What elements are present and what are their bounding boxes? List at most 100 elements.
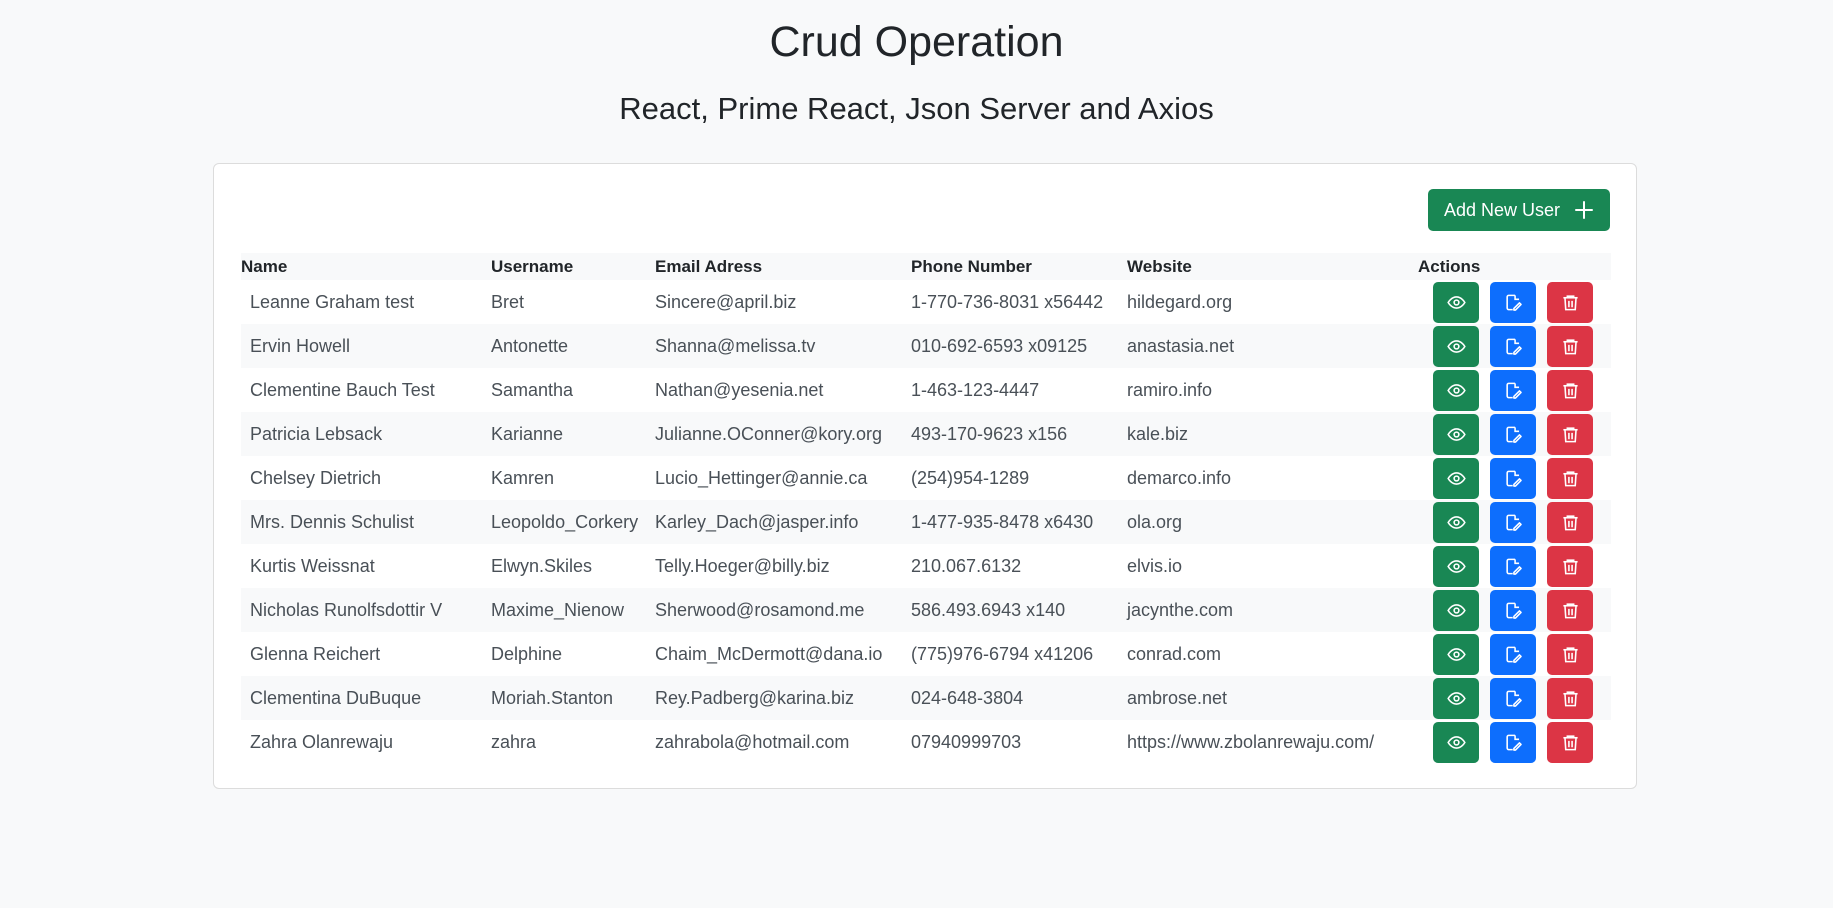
view-button[interactable] [1433,633,1479,675]
table-row: Clementina DuBuque Moriah.Stanton Rey.Padb… [241,676,1611,720]
column-header-actions: Actions [1418,253,1611,280]
cell-website: ola.org [1127,500,1418,544]
table-header-row: Name Username Email Adress Phone Number … [241,253,1611,280]
edit-icon [1504,513,1523,532]
cell-name: Kurtis Weissnat [250,555,375,576]
edit-button[interactable] [1490,325,1536,367]
add-new-user-button[interactable]: Add New User [1428,189,1610,231]
edit-button[interactable] [1490,413,1536,455]
users-table: Name Username Email Adress Phone Number … [241,253,1611,764]
view-button[interactable] [1433,325,1479,367]
view-button[interactable] [1433,677,1479,719]
row-actions [1427,721,1611,763]
delete-button[interactable] [1547,633,1593,675]
edit-icon [1504,469,1523,488]
edit-button[interactable] [1490,589,1536,631]
row-actions [1427,633,1611,675]
delete-button[interactable] [1547,677,1593,719]
edit-button[interactable] [1490,457,1536,499]
cell-phone: 010-692-6593 x09125 [911,324,1127,368]
delete-button[interactable] [1547,281,1593,323]
cell-actions [1418,324,1611,368]
cell-email: Rey.Padberg@karina.biz [655,676,911,720]
cell-name: Clementine Bauch Test [250,379,435,400]
edit-button[interactable] [1490,677,1536,719]
cell-email: Julianne.OConner@kory.org [655,412,911,456]
edit-button[interactable] [1490,721,1536,763]
cell-email: Chaim_McDermott@dana.io [655,643,883,664]
table-row: Clementine Bauch Test Samantha Nathan@yese… [241,368,1611,412]
cell-username: Delphine [491,643,563,664]
column-header-phone[interactable]: Phone Number [911,253,1127,280]
edit-button[interactable] [1490,545,1536,587]
cell-phone: (254)954-1289 [911,467,1030,488]
trash-icon [1561,425,1580,444]
cell-phone: 210.067.6132 [911,555,1022,576]
cell-name: Zahra Olanrewaju [250,731,394,752]
cell-name: Glenna Reichert [250,643,381,664]
column-header-website[interactable]: Website [1127,253,1418,280]
edit-icon [1504,645,1523,664]
column-header-name[interactable]: Name [241,253,491,280]
view-button[interactable] [1433,589,1479,631]
eye-icon [1446,293,1466,312]
cell-email: Nathan@yesenia.net [655,379,824,400]
view-button[interactable] [1433,369,1479,411]
cell-website: ramiro.info [1127,379,1213,400]
cell-phone: 586.493.6943 x140 [911,588,1127,632]
cell-actions [1418,412,1611,456]
cell-username: Kamren [491,467,555,488]
users-card: Add New User Name Username Email Adress … [213,163,1637,789]
cell-email: Sherwood@rosamond.me [655,588,911,632]
delete-button[interactable] [1547,369,1593,411]
cell-website: https://www.zbolanrewaju.com/ [1127,731,1375,752]
view-button[interactable] [1433,721,1479,763]
eye-icon [1446,601,1466,620]
cell-username: zahra [491,731,537,752]
cell-username: Karianne [491,412,655,456]
table-row: Glenna Reichert Delphine Chaim_McDermott@d… [241,632,1611,676]
eye-icon [1446,469,1466,488]
view-button[interactable] [1433,413,1479,455]
delete-button[interactable] [1547,413,1593,455]
edit-button[interactable] [1490,369,1536,411]
edit-button[interactable] [1490,501,1536,543]
cell-actions [1418,676,1611,720]
row-actions [1427,413,1611,455]
delete-button[interactable] [1547,545,1593,587]
delete-button[interactable] [1547,589,1593,631]
delete-button[interactable] [1547,721,1593,763]
cell-username: Samantha [491,379,574,400]
cell-phone: 1-770-736-8031 x56442 [911,291,1104,312]
table-row: Patricia Lebsack Karianne Julianne.OConner… [241,412,1611,456]
cell-actions [1418,368,1611,412]
cell-username: Bret [491,291,525,312]
cell-actions [1418,280,1611,324]
cell-username: Moriah.Stanton [491,676,655,720]
edit-icon [1504,601,1523,620]
row-actions [1427,589,1611,631]
cell-phone: 493-170-9623 x156 [911,412,1127,456]
view-button[interactable] [1433,457,1479,499]
eye-icon [1446,337,1466,356]
cell-phone: 1-477-935-8478 x6430 [911,500,1127,544]
delete-button[interactable] [1547,501,1593,543]
column-header-username[interactable]: Username [491,253,655,280]
cell-actions [1418,456,1611,500]
cell-username: Leopoldo_Corkery [491,500,655,544]
table-row: Nicholas Runolfsdottir V Maxime_Nienow She… [241,588,1611,632]
table-body: Leanne Graham test Bret Sincere@april.biz 1… [241,280,1611,764]
trash-icon [1561,337,1580,356]
column-header-email[interactable]: Email Adress [655,253,911,280]
trash-icon [1561,293,1580,312]
delete-button[interactable] [1547,457,1593,499]
cell-email: Telly.Hoeger@billy.biz [655,555,830,576]
table-row: Zahra Olanrewaju zahra zahrabola@hotmail.c… [241,720,1611,764]
edit-button[interactable] [1490,281,1536,323]
edit-button[interactable] [1490,633,1536,675]
view-button[interactable] [1433,281,1479,323]
view-button[interactable] [1433,545,1479,587]
view-button[interactable] [1433,501,1479,543]
delete-button[interactable] [1547,325,1593,367]
eye-icon [1446,425,1466,444]
